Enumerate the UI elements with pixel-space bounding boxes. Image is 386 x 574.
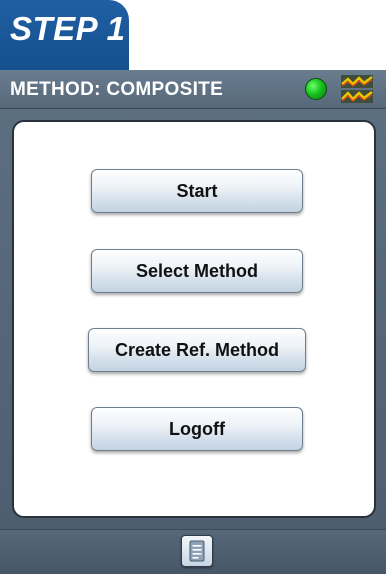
step-tab: STEP 1 bbox=[0, 0, 129, 70]
document-icon bbox=[189, 540, 205, 562]
status-indicator-icon bbox=[305, 78, 327, 100]
select-method-button[interactable]: Select Method bbox=[91, 249, 303, 293]
step-label: STEP 1 bbox=[10, 10, 126, 47]
page: STEP 1 METHOD: COMPOSITE Start Select Me… bbox=[0, 0, 386, 574]
logoff-button[interactable]: Logoff bbox=[91, 407, 303, 451]
start-button[interactable]: Start bbox=[91, 169, 303, 213]
create-ref-method-button[interactable]: Create Ref. Method bbox=[88, 328, 306, 372]
document-button[interactable] bbox=[181, 535, 213, 567]
bottom-bar bbox=[0, 529, 386, 574]
main-menu-panel: Start Select Method Create Ref. Method L… bbox=[12, 120, 376, 518]
method-title: METHOD: COMPOSITE bbox=[10, 79, 224, 100]
device-screen: METHOD: COMPOSITE Start Select Method Cr… bbox=[0, 70, 386, 574]
signal-icon bbox=[341, 75, 373, 103]
title-bar: METHOD: COMPOSITE bbox=[0, 70, 386, 109]
